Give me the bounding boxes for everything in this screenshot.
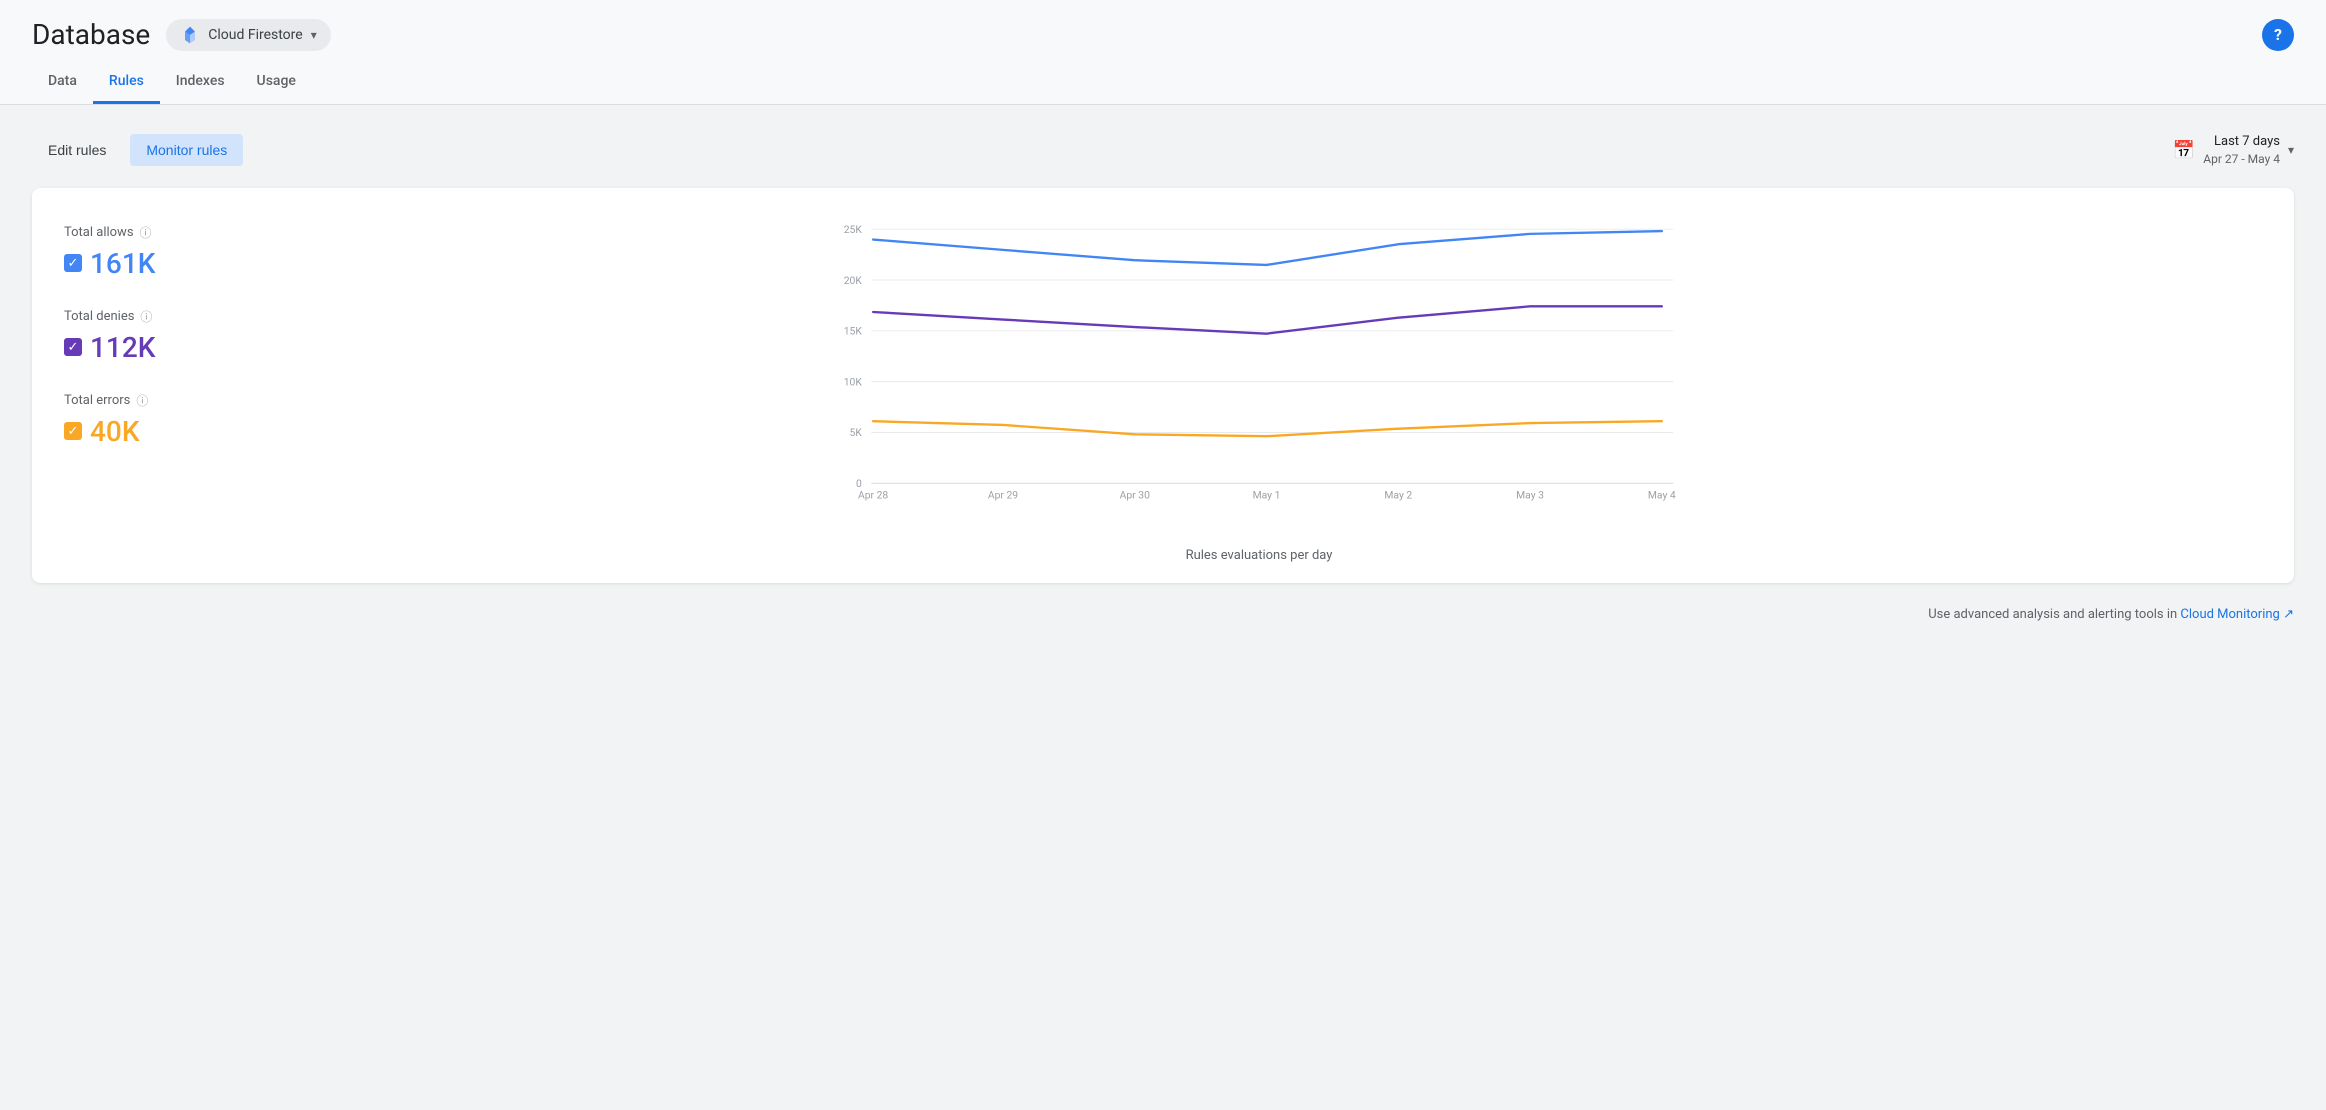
monitor-rules-button[interactable]: Monitor rules <box>130 134 243 166</box>
firestore-icon <box>180 25 200 45</box>
date-range-sub: Apr 27 - May 4 <box>2203 151 2280 168</box>
allows-value: 161K <box>90 247 155 280</box>
chart-layout: Total allows ⓘ ✓ 161K Total denies ⓘ ✓ <box>64 216 2262 563</box>
calendar-icon: 📅 <box>2173 140 2195 161</box>
svg-text:May 2: May 2 <box>1384 488 1412 501</box>
legend-allows-value-row: ✓ 161K <box>64 247 224 280</box>
chart-area: 25K 20K 15K 10K 5K 0 <box>256 216 2262 563</box>
toolbar: Edit rules Monitor rules 📅 Last 7 days A… <box>32 133 2294 168</box>
main-content: Edit rules Monitor rules 📅 Last 7 days A… <box>0 105 2326 650</box>
svg-text:Apr 28: Apr 28 <box>858 488 888 501</box>
legend-allows: Total allows ⓘ ✓ 161K <box>64 224 224 280</box>
legend-denies: Total denies ⓘ ✓ 112K <box>64 308 224 364</box>
errors-value: 40K <box>90 415 140 448</box>
allows-help-icon[interactable]: ⓘ <box>140 224 152 241</box>
footer-note: Use advanced analysis and alerting tools… <box>32 607 2294 622</box>
page-header: Database Cloud Firestore ▾ ? Data Rules … <box>0 0 2326 105</box>
allows-checkbox[interactable]: ✓ <box>64 254 82 272</box>
svg-text:5K: 5K <box>850 426 863 439</box>
help-button[interactable]: ? <box>2262 19 2294 51</box>
legend-denies-value-row: ✓ 112K <box>64 331 224 364</box>
denies-value: 112K <box>90 331 155 364</box>
product-label: Cloud Firestore <box>208 27 302 43</box>
date-range-text: Last 7 days Apr 27 - May 4 <box>2203 133 2280 168</box>
chart-svg: 25K 20K 15K 10K 5K 0 <box>256 216 2262 540</box>
page-title: Database <box>32 18 150 51</box>
legend-denies-label: Total denies ⓘ <box>64 308 224 325</box>
legend-errors-value-row: ✓ 40K <box>64 415 224 448</box>
date-range-title: Last 7 days <box>2203 133 2280 151</box>
tab-data[interactable]: Data <box>32 63 93 104</box>
svg-text:20K: 20K <box>844 274 863 287</box>
edit-rules-button[interactable]: Edit rules <box>32 134 122 166</box>
svg-text:10K: 10K <box>844 375 863 388</box>
product-selector[interactable]: Cloud Firestore ▾ <box>166 19 331 51</box>
tab-usage[interactable]: Usage <box>241 63 312 104</box>
chevron-down-icon: ▾ <box>311 28 317 42</box>
svg-text:25K: 25K <box>844 223 863 236</box>
svg-text:15K: 15K <box>844 325 863 338</box>
chart-legend: Total allows ⓘ ✓ 161K Total denies ⓘ ✓ <box>64 216 224 563</box>
footer-prefix: Use advanced analysis and alerting tools… <box>1928 607 2180 622</box>
errors-checkbox[interactable]: ✓ <box>64 422 82 440</box>
svg-text:Apr 29: Apr 29 <box>988 488 1018 501</box>
denies-help-icon[interactable]: ⓘ <box>140 308 152 325</box>
errors-help-icon[interactable]: ⓘ <box>136 392 148 409</box>
header-top: Database Cloud Firestore ▾ ? <box>32 18 2294 51</box>
nav-tabs: Data Rules Indexes Usage <box>32 63 2294 104</box>
toolbar-left: Edit rules Monitor rules <box>32 134 243 166</box>
chart-x-label: Rules evaluations per day <box>256 548 2262 563</box>
legend-allows-label: Total allows ⓘ <box>64 224 224 241</box>
chart-card: Total allows ⓘ ✓ 161K Total denies ⓘ ✓ <box>32 188 2294 583</box>
header-left: Database Cloud Firestore ▾ <box>32 18 331 51</box>
svg-text:May 4: May 4 <box>1648 488 1676 501</box>
external-link-icon: ↗ <box>2283 607 2294 622</box>
date-range-chevron-icon: ▾ <box>2288 143 2294 157</box>
svg-text:Apr 30: Apr 30 <box>1120 488 1150 501</box>
svg-text:May 1: May 1 <box>1253 488 1281 501</box>
legend-errors: Total errors ⓘ ✓ 40K <box>64 392 224 448</box>
tab-indexes[interactable]: Indexes <box>160 63 241 104</box>
cloud-monitoring-link[interactable]: Cloud Monitoring ↗ <box>2180 607 2294 622</box>
legend-errors-label: Total errors ⓘ <box>64 392 224 409</box>
date-range-selector[interactable]: 📅 Last 7 days Apr 27 - May 4 ▾ <box>2173 133 2294 168</box>
denies-checkbox[interactable]: ✓ <box>64 338 82 356</box>
svg-text:May 3: May 3 <box>1516 488 1544 501</box>
tab-rules[interactable]: Rules <box>93 63 160 104</box>
